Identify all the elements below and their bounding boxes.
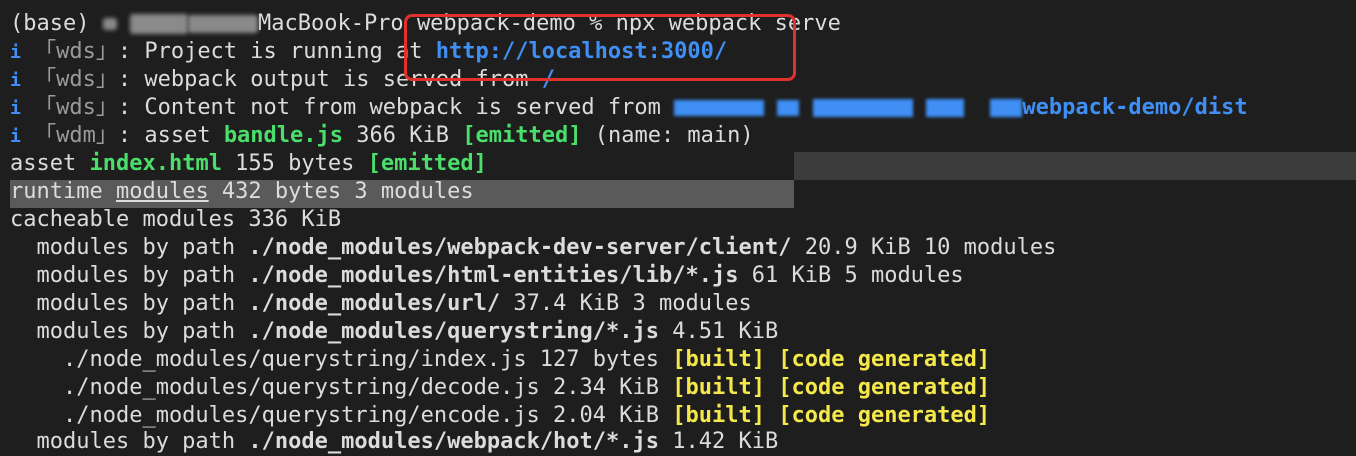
asset-name-info: (name: main) xyxy=(581,123,754,148)
wdm-tag: 「wdm」 xyxy=(34,123,118,148)
code-generated-badge: [code generated] xyxy=(778,347,991,372)
conda-env: (base) xyxy=(10,11,90,36)
built-file-path: ./node_modules/querystring/index.js xyxy=(10,347,527,372)
info-icon: i xyxy=(10,98,21,119)
module-path: ./node_modules/webpack/hot/*.js xyxy=(248,429,660,454)
info-icon: i xyxy=(10,42,21,63)
code-generated-badge: [code generated] xyxy=(778,375,991,400)
info-icon: i xyxy=(10,126,21,147)
annotation-highlight-box xyxy=(404,14,796,81)
redacted-path-4 xyxy=(925,99,964,117)
module-info: 37.4 KiB 3 modules xyxy=(500,291,752,316)
module-path: ./node_modules/webpack-dev-server/client… xyxy=(248,235,792,260)
wds-tag: 「wds」 xyxy=(34,95,118,120)
redacted-user xyxy=(102,18,117,30)
runtime-modules-word: modules xyxy=(115,179,209,204)
runtime-line: runtime modules 432 bytes 3 modules xyxy=(10,178,474,206)
info-icon: i xyxy=(10,70,21,91)
asset-prefix: asset xyxy=(10,151,90,176)
selection-highlight-right xyxy=(794,152,1356,180)
built-file-line: ./node_modules/querystring/index.js 127 … xyxy=(10,346,990,374)
module-prefix: modules by path xyxy=(10,429,249,454)
redacted-path-2 xyxy=(777,100,800,116)
built-file-size: 2.34 KiB xyxy=(539,375,673,400)
dist-path-link[interactable]: webpack-demo/dist xyxy=(1022,95,1247,120)
asset-size: 366 KiB xyxy=(343,123,463,148)
wds-text: : Project is running at xyxy=(117,39,436,64)
built-file-size: 127 bytes xyxy=(526,347,673,372)
built-badge: [built] xyxy=(672,403,765,428)
asset-size: 155 bytes xyxy=(221,151,368,176)
module-info: 20.9 KiB 10 modules xyxy=(791,235,1057,260)
runtime-info: 432 bytes 3 modules xyxy=(208,179,474,204)
built-file-line: ./node_modules/querystring/decode.js 2.3… xyxy=(10,374,990,402)
asset-file-name: bandle.js xyxy=(223,123,344,148)
module-prefix: modules by path xyxy=(10,235,249,260)
module-path-line: modules by path ./node_modules/url/ 37.4… xyxy=(10,290,752,318)
code-generated-badge: [code generated] xyxy=(778,403,991,428)
module-info: 4.51 KiB xyxy=(659,319,779,344)
asset-file-name: index.html xyxy=(89,151,222,176)
built-badge: [built] xyxy=(672,347,765,372)
redacted-user-2 xyxy=(129,14,188,34)
terminal-window[interactable]: (base) MacBook-Pro webpack-demo % npx we… xyxy=(0,0,1356,454)
built-file-size: 2.04 KiB xyxy=(539,403,673,428)
cacheable-line: cacheable modules 336 KiB xyxy=(10,207,342,232)
module-info: 61 KiB 5 modules xyxy=(738,263,964,288)
redacted-host xyxy=(187,15,258,33)
built-badge: [built] xyxy=(672,375,765,400)
emitted-badge: [emitted] xyxy=(367,151,487,176)
built-file-line: ./node_modules/querystring/encode.js 2.0… xyxy=(10,402,990,430)
wds-tag: 「wds」 xyxy=(34,39,118,64)
built-file-path: ./node_modules/querystring/decode.js xyxy=(10,375,540,400)
module-prefix: modules by path xyxy=(10,263,249,288)
wdm-line: i 「wdm」: asset bandle.js 366 KiB [emitte… xyxy=(10,122,754,150)
emitted-badge: [emitted] xyxy=(462,123,582,148)
built-file-path: ./node_modules/querystring/encode.js xyxy=(10,403,540,428)
module-info: 1.42 KiB xyxy=(659,429,779,454)
redacted-path-1 xyxy=(674,100,765,116)
redacted-path-3 xyxy=(812,99,913,117)
module-path: ./node_modules/url/ xyxy=(248,291,501,316)
module-path-line: modules by path ./node_modules/querystri… xyxy=(10,318,778,346)
module-path-line: modules by path ./node_modules/webpack-d… xyxy=(10,234,1056,262)
wds-line-content: i 「wds」: Content not from webpack is ser… xyxy=(10,94,1248,122)
module-prefix: modules by path xyxy=(10,291,249,316)
module-path: ./node_modules/querystring/*.js xyxy=(248,319,660,344)
redacted-path-5 xyxy=(990,99,1023,117)
wds-text: : Content not from webpack is served fro… xyxy=(117,95,675,120)
asset-line: asset index.html 155 bytes [emitted] xyxy=(10,150,487,178)
module-path-line: modules by path ./node_modules/html-enti… xyxy=(10,262,964,290)
runtime-prefix: runtime xyxy=(10,179,116,204)
module-prefix: modules by path xyxy=(10,319,249,344)
wds-tag: 「wds」 xyxy=(34,67,118,92)
module-path: ./node_modules/html-entities/lib/*.js xyxy=(248,263,739,288)
host-name: MacBook-Pro xyxy=(257,11,404,36)
wdm-prefix: : asset xyxy=(117,123,224,148)
module-path-line-partial: modules by path ./node_modules/webpack/h… xyxy=(10,428,778,456)
